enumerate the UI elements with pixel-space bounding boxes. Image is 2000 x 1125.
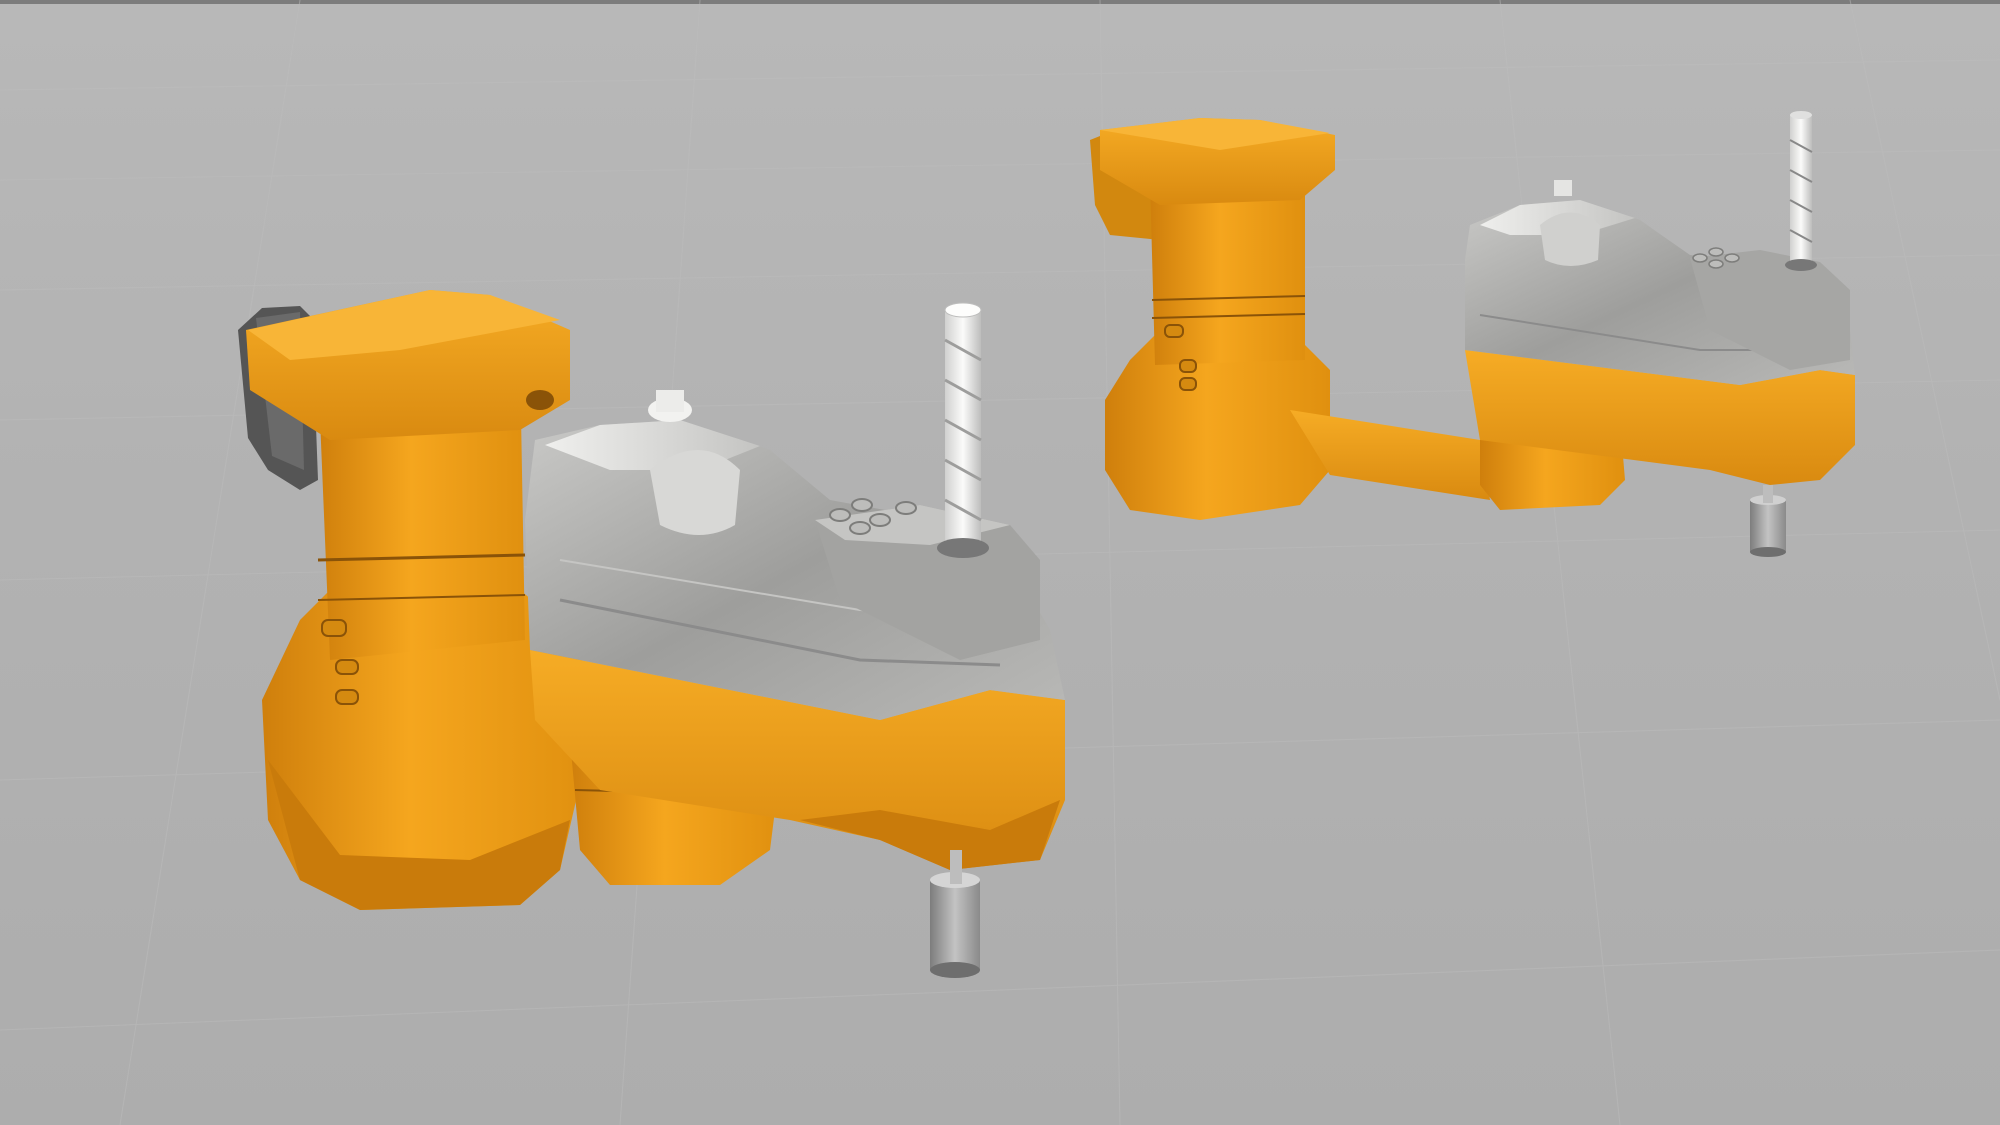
- dome-bolt-rear: [1554, 180, 1572, 196]
- arm-dome-rear: [1540, 212, 1600, 266]
- tool-flange-front: [930, 850, 980, 978]
- arm-dome-front: [650, 450, 740, 535]
- scene-canvas[interactable]: [0, 0, 2000, 1125]
- tool-flange-rear: [1750, 485, 1786, 557]
- 3d-viewport[interactable]: [0, 0, 2000, 1125]
- cap-hole-front: [526, 390, 554, 410]
- scara-robot-rear[interactable]: [1090, 111, 1855, 557]
- scara-robot-front[interactable]: [238, 290, 1065, 978]
- arm-link-rear: [1290, 410, 1490, 500]
- ball-screw-shaft-rear: [1785, 111, 1817, 271]
- dome-bolt-front: [656, 390, 684, 412]
